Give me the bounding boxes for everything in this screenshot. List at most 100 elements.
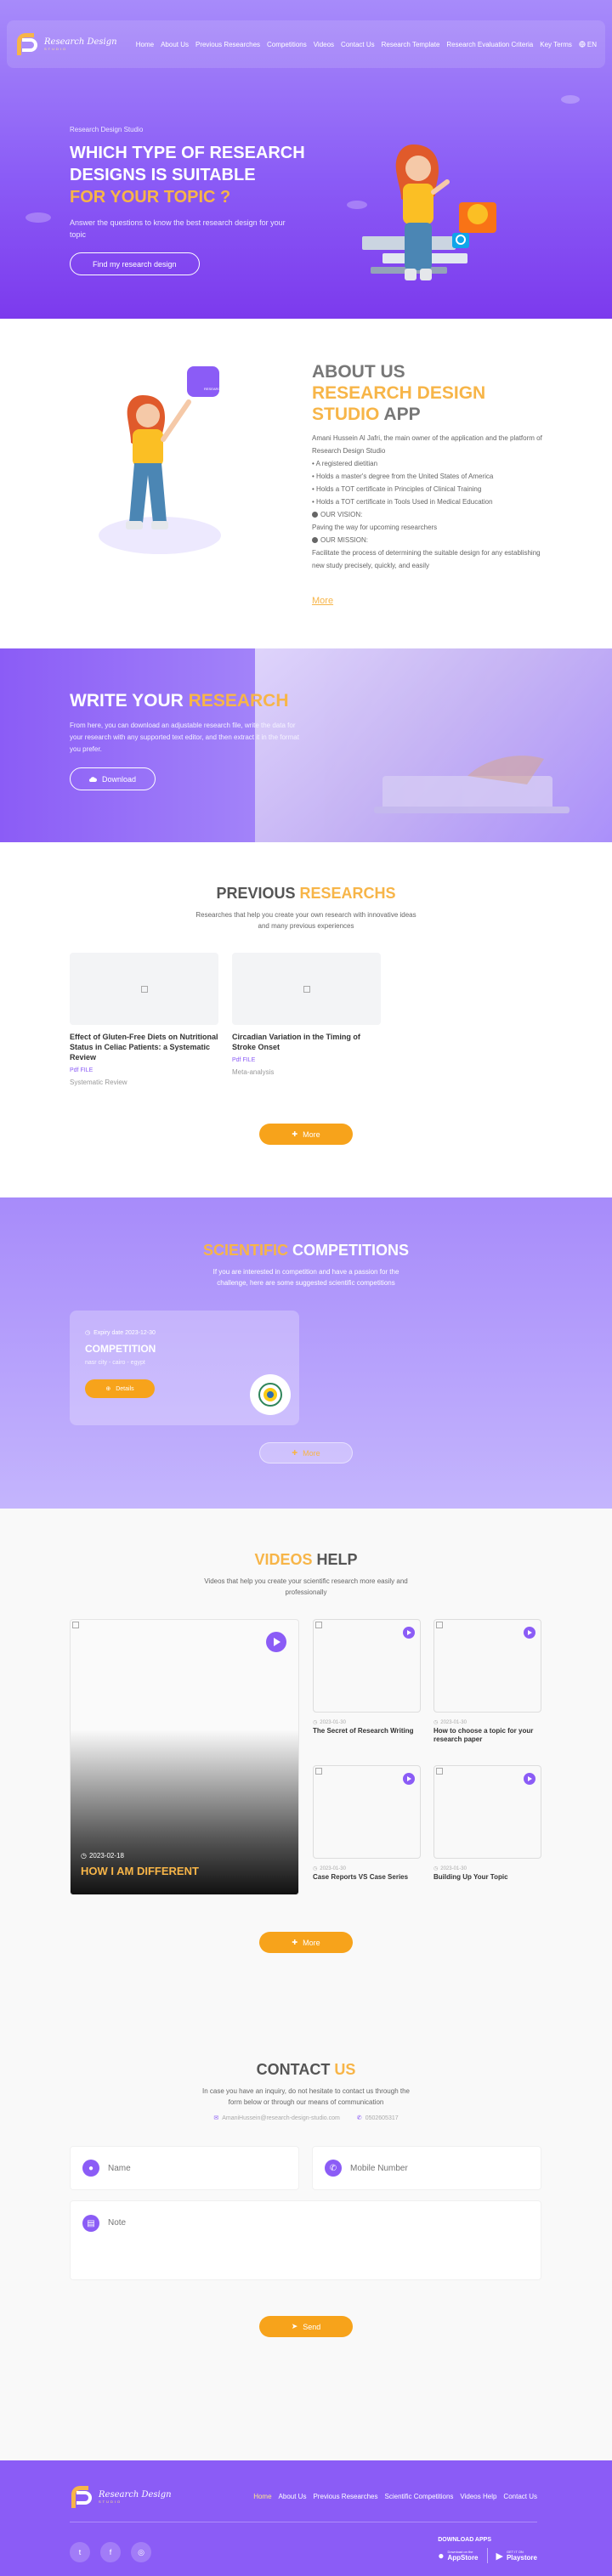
previous-subtitle: Researches that help you create your own… xyxy=(196,911,416,930)
brand-logo[interactable]: Research Design STUDIO xyxy=(15,31,117,57)
nav-research-template[interactable]: Research Template xyxy=(382,41,440,48)
hero-section: Research Design STUDIO Home About Us Pre… xyxy=(0,0,612,319)
contact-subtitle: In case you have an inquiry, do not hesi… xyxy=(201,2087,410,2106)
nav-research-evaluation-criteria[interactable]: Research Evaluation Criteria xyxy=(446,41,533,48)
about-intro: Amani Hussein Al Jafri, the main owner o… xyxy=(312,434,542,455)
language-switch[interactable]: EN xyxy=(579,41,597,48)
video-title: The Secret of Research Writing xyxy=(313,1727,414,1735)
vision-icon xyxy=(312,512,318,518)
featured-video[interactable]: ◷ 2023-02-18 HOW I AM DIFFERENT xyxy=(70,1619,299,1895)
vision-label: OUR VISION: xyxy=(320,511,363,518)
video-date: ◷ 2023-01-30 xyxy=(434,1865,541,1872)
video-card[interactable]: ◷ 2023-01-30 How to choose a topic for yo… xyxy=(434,1619,541,1744)
playstore-label: Playstore xyxy=(506,2554,537,2562)
note-icon: ▤ xyxy=(82,2215,99,2232)
top-navbar: Research Design STUDIO Home About Us Pre… xyxy=(7,20,605,68)
mission-icon xyxy=(312,537,318,543)
footer-link-contact-us[interactable]: Contact Us xyxy=(503,2493,537,2500)
competitions-title-main: COMPETITIONS xyxy=(292,1242,410,1259)
video-date-text: 2023-01-30 xyxy=(320,1719,346,1725)
clock-icon: ◷ xyxy=(434,1866,439,1871)
twitter-icon[interactable]: t xyxy=(70,2542,90,2562)
nav-contact-us[interactable]: Contact Us xyxy=(341,41,375,48)
image-placeholder-icon xyxy=(436,1622,443,1628)
video-card[interactable]: ◷ 2023-01-30 The Secret of Research Writi… xyxy=(313,1619,421,1735)
nav-key-terms[interactable]: Key Terms xyxy=(540,41,572,48)
play-icon[interactable] xyxy=(266,1632,286,1652)
competition-card[interactable]: ◷ Expiry date 2023-12-30 COMPETITION nas… xyxy=(70,1311,299,1425)
research-card[interactable]: Effect of Gluten-Free Diets on Nutrition… xyxy=(70,953,218,1086)
download-button[interactable]: Download xyxy=(70,767,156,790)
videos-more-button[interactable]: ✚ More xyxy=(259,1932,353,1953)
contact-email[interactable]: ✉ AmaniHussein@research-design-studio.com xyxy=(213,2115,340,2122)
decor-cloud xyxy=(561,95,580,104)
phone-icon: ✆ xyxy=(356,2115,362,2121)
phone-icon: ✆ xyxy=(325,2160,342,2177)
playstore-badge[interactable]: ▶ GET IT ON Playstore xyxy=(496,2550,538,2562)
previous-title-main: PREVIOUS xyxy=(216,885,296,902)
play-icon[interactable] xyxy=(524,1773,536,1785)
instagram-icon[interactable]: ◎ xyxy=(131,2542,151,2562)
details-button-label: Details xyxy=(116,1385,134,1392)
research-card[interactable]: Circadian Variation in the Timing of Str… xyxy=(232,953,381,1086)
competition-details-button[interactable]: ⊕ Details xyxy=(85,1379,155,1398)
footer-logo[interactable]: Research Design STUDIO xyxy=(70,2484,172,2510)
play-icon[interactable] xyxy=(403,1627,415,1639)
nav-previous-researches[interactable]: Previous Researches xyxy=(196,41,260,48)
research-card-filetype: Pdf FILE xyxy=(232,1057,256,1063)
about-body: Amani Hussein Al Jafri, the main owner o… xyxy=(312,432,550,572)
footer-link-scientific-competitions[interactable]: Scientific Competitions xyxy=(385,2493,454,2500)
previous-researches-section: PREVIOUS RESEARCHS Researches that help … xyxy=(0,842,612,1197)
brand-name: Research Design xyxy=(44,37,117,47)
find-research-design-button[interactable]: Find my research design xyxy=(70,252,200,275)
about-title-main: ABOUT US xyxy=(312,362,405,382)
previous-more-button[interactable]: ✚ More xyxy=(259,1124,353,1145)
previous-title-highlight: RESEARCHS xyxy=(299,885,396,902)
contact-email-text: AmaniHussein@research-design-studio.com xyxy=(222,2115,340,2121)
research-card-image xyxy=(232,953,381,1025)
contact-phone[interactable]: ✆ 0502605317 xyxy=(356,2115,399,2122)
competitions-more-button[interactable]: ✚ More xyxy=(259,1442,353,1464)
videos-subtitle: Videos that help you create your scienti… xyxy=(204,1577,408,1596)
clock-icon: ◷ xyxy=(313,1720,318,1725)
video-date-text: 2023-01-30 xyxy=(440,1719,467,1725)
footer-link-videos-help[interactable]: Videos Help xyxy=(460,2493,496,2500)
name-input[interactable] xyxy=(108,2163,286,2173)
send-button[interactable]: ➤ Send xyxy=(259,2316,353,2337)
play-icon[interactable] xyxy=(524,1627,536,1639)
note-textarea[interactable] xyxy=(108,2218,529,2256)
apple-icon: ● xyxy=(438,2550,445,2562)
footer-link-previous-researches[interactable]: Previous Researches xyxy=(313,2493,377,2500)
competition-expiry-date: Expiry date 2023-12-30 xyxy=(94,1329,156,1336)
nav-videos[interactable]: Videos xyxy=(314,41,334,48)
about-title: ABOUT US RESEARCH DESIGN STUDIO APP xyxy=(312,361,550,425)
about-more-link[interactable]: More xyxy=(312,596,333,606)
play-icon[interactable] xyxy=(403,1773,415,1785)
video-card[interactable]: ◷ 2023-01-30 Case Reports VS Case Series xyxy=(313,1765,421,1882)
nav-home[interactable]: Home xyxy=(136,41,154,48)
video-date-text: 2023-01-30 xyxy=(440,1865,467,1871)
decor-cloud xyxy=(26,212,51,223)
video-thumbnail xyxy=(313,1765,421,1859)
nav-competitions[interactable]: Competitions xyxy=(267,41,307,48)
about-bullet: • Holds a TOT certificate in Tools Used … xyxy=(312,498,493,506)
send-button-label: Send xyxy=(303,2322,321,2331)
globe-icon xyxy=(579,41,586,48)
about-bullet: • A registered dietitian xyxy=(312,460,378,467)
competition-location: nasr city - cairo - egypt xyxy=(85,1360,145,1366)
about-bullet: • Holds a TOT certificate in Principles … xyxy=(312,485,482,493)
hero-breadcrumb: Research Design Studio xyxy=(70,126,144,133)
about-title-suffix: APP xyxy=(383,405,421,424)
mobile-field-wrapper: ✆ xyxy=(312,2146,541,2190)
facebook-icon[interactable]: f xyxy=(100,2542,121,2562)
appstore-badge[interactable]: ● Download on the AppStore xyxy=(438,2550,478,2562)
mission-text: Facilitate the process of determining th… xyxy=(312,549,541,569)
send-icon: ➤ xyxy=(291,2322,298,2330)
nav-about-us[interactable]: About Us xyxy=(161,41,189,48)
footer-link-about-us[interactable]: About Us xyxy=(279,2493,307,2500)
write-title-highlight: RESEARCH xyxy=(188,691,289,711)
hero-title-highlight: FOR YOUR TOPIC ? xyxy=(70,188,231,207)
mobile-input[interactable] xyxy=(350,2163,529,2173)
video-card[interactable]: ◷ 2023-01-30 Building Up Your Topic xyxy=(434,1765,541,1882)
footer-link-home[interactable]: Home xyxy=(253,2493,271,2500)
